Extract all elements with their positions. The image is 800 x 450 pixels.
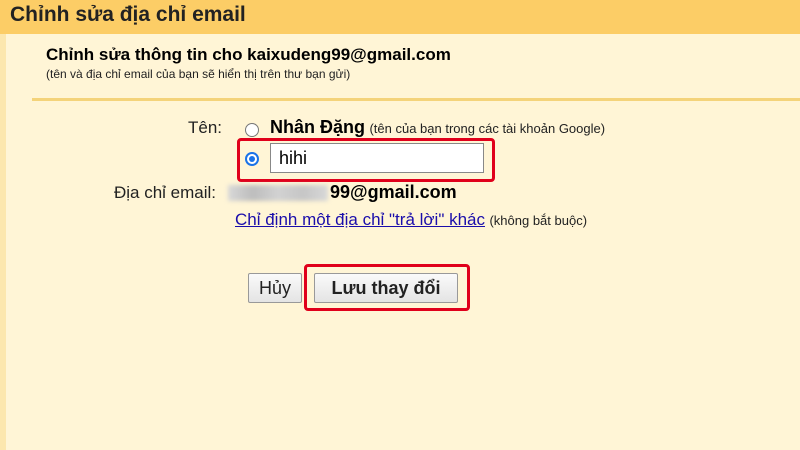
- google-name-hint: (tên của bạn trong các tài khoản Google): [369, 121, 606, 136]
- reply-to-optional: (không bắt buộc): [489, 213, 588, 228]
- email-label: Địa chỉ email:: [114, 183, 217, 202]
- radio-custom-name[interactable]: [245, 152, 259, 166]
- email-redacted-blur: [228, 184, 328, 201]
- header-divider: [32, 98, 800, 101]
- radio-google-name[interactable]: [245, 123, 259, 137]
- name-label: Tên:: [188, 118, 223, 137]
- reply-to-row: Chỉ định một địa chỉ "trả lời" khác (khô…: [235, 210, 587, 230]
- save-button[interactable]: Lưu thay đổi: [314, 273, 458, 303]
- header-subtitle: (tên và địa chỉ email của bạn sẽ hiển th…: [46, 67, 351, 81]
- google-name-option: Nhân Đặng (tên của bạn trong các tài kho…: [270, 117, 605, 138]
- email-value: 99@gmail.com: [228, 182, 457, 203]
- dialog-title: Chỉnh sửa địa chỉ email: [10, 3, 246, 26]
- email-value-text: 99@gmail.com: [330, 182, 457, 202]
- cancel-button[interactable]: Hủy: [248, 273, 302, 303]
- header-title: Chỉnh sửa thông tin cho kaixudeng99@gmai…: [46, 45, 451, 64]
- reply-to-link[interactable]: Chỉ định một địa chỉ "trả lời" khác: [235, 210, 485, 229]
- custom-name-input[interactable]: [270, 143, 484, 173]
- google-name: Nhân Đặng: [270, 117, 366, 137]
- dialog-title-bar: Chỉnh sửa địa chỉ email: [0, 0, 800, 34]
- dialog-header: Chỉnh sửa thông tin cho kaixudeng99@gmai…: [46, 44, 786, 82]
- dialog-frame-border: [0, 34, 6, 450]
